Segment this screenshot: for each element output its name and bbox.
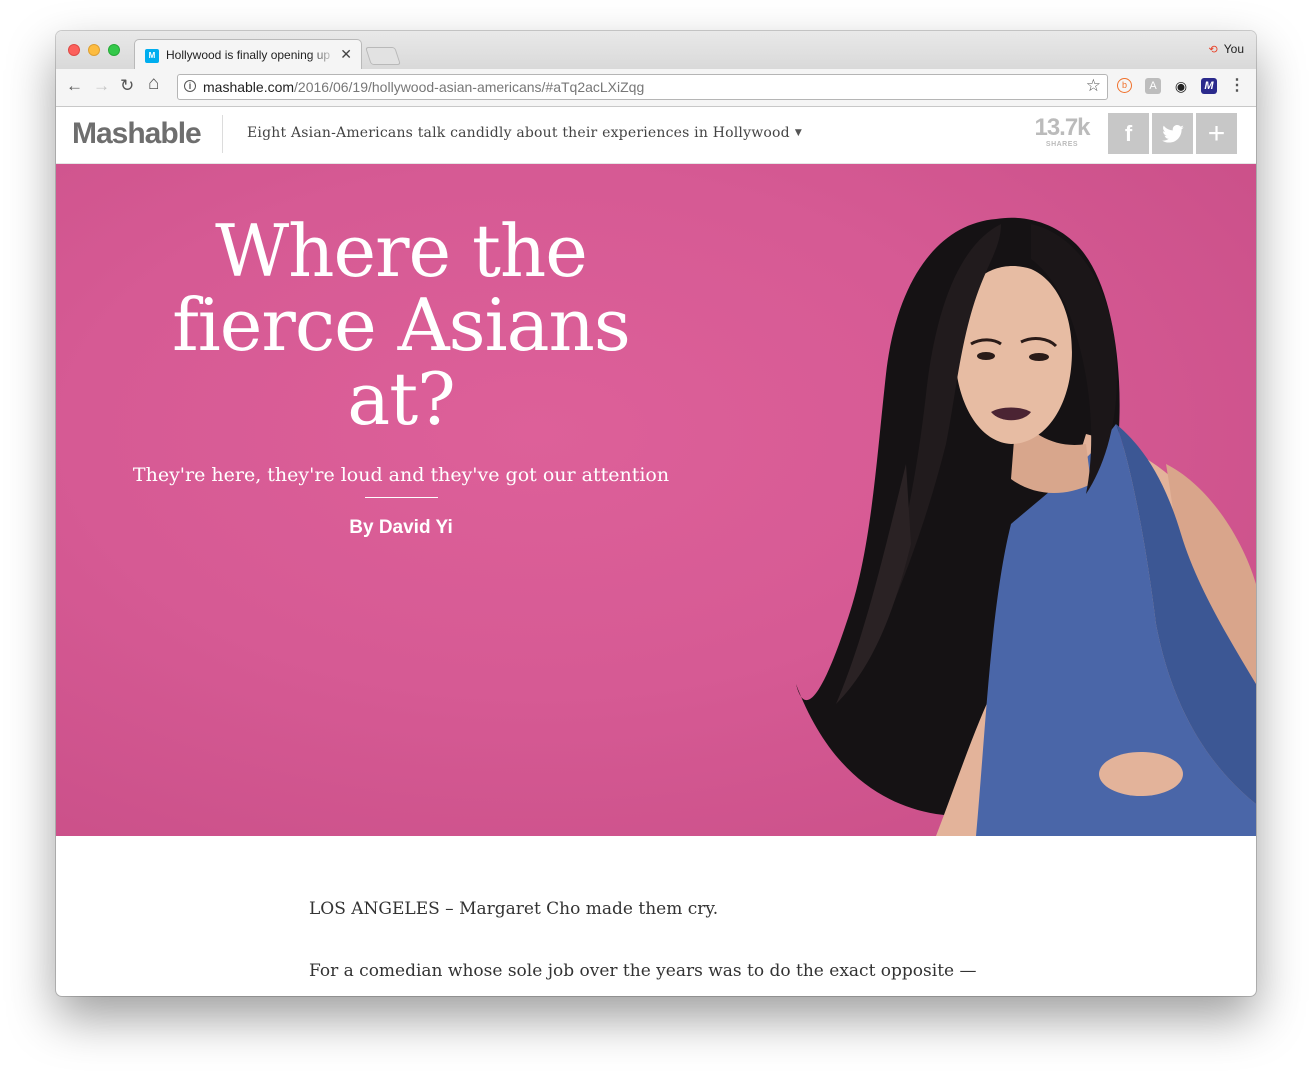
menu-dots-icon[interactable]: ⋮ <box>1229 78 1245 94</box>
share-counter: 13.7k SHARES <box>1028 115 1096 149</box>
reload-icon[interactable]: ↻ <box>120 76 134 96</box>
new-tab-button[interactable] <box>365 47 401 65</box>
shares-count: 13.7k <box>1034 114 1090 141</box>
header-divider <box>222 115 223 153</box>
close-tab-icon[interactable]: ✕ <box>340 46 352 63</box>
profile-name: You <box>1223 42 1244 56</box>
url-text[interactable]: mashable.com/2016/06/19/hollywood-asian-… <box>203 79 644 95</box>
profile-sync-icon: ⟲ <box>1208 44 1218 56</box>
minimize-window-button[interactable] <box>88 44 100 56</box>
extension-icon-grey[interactable]: A <box>1145 78 1161 94</box>
mashable-favicon-icon: M <box>145 49 159 63</box>
back-icon[interactable]: ← <box>66 76 83 96</box>
browser-toolbar: ← → ↻ ⌂ i mashable.com/2016/06/19/hollyw… <box>56 69 1256 107</box>
maximize-window-button[interactable] <box>108 44 120 56</box>
plus-icon: + <box>1207 117 1226 150</box>
article-paragraph-1: LOS ANGELES – Margaret Cho made them cry… <box>309 899 719 919</box>
home-icon[interactable]: ⌂ <box>148 73 159 95</box>
shares-label: SHARES <box>1045 141 1079 148</box>
hero-title-line-1: Where the <box>215 209 588 293</box>
forward-icon[interactable]: → <box>93 76 110 96</box>
extension-icon-orange[interactable]: b <box>1117 78 1132 93</box>
site-header: Mashable Eight Asian-Americans talk cand… <box>56 107 1256 164</box>
url-host: mashable.com <box>203 79 295 95</box>
hero-title-line-2: fierce Asians <box>172 283 631 367</box>
more-share-button[interactable]: + <box>1196 113 1237 154</box>
tab-bar: M Hollywood is finally opening up ✕ ⟲ You <box>56 31 1256 70</box>
extension-icon-m[interactable]: M <box>1201 78 1217 94</box>
facebook-icon: f <box>1124 121 1133 146</box>
hero-banner: Where the fierce Asians at? They're here… <box>56 164 1256 836</box>
bookmark-star-icon[interactable]: ☆ <box>1086 76 1101 96</box>
site-info-icon[interactable]: i <box>184 80 196 92</box>
hero-title-line-3: at? <box>347 357 455 441</box>
mashable-logo[interactable]: Mashable <box>72 117 202 151</box>
eye-extension-icon[interactable]: ◉ <box>1173 78 1189 94</box>
article-paragraph-2: For a comedian whose sole job over the y… <box>309 961 977 981</box>
hero-divider <box>365 497 438 498</box>
address-bar[interactable]: i mashable.com/2016/06/19/hollywood-asia… <box>177 74 1108 100</box>
close-window-button[interactable] <box>68 44 80 56</box>
facebook-share-button[interactable]: f <box>1108 113 1149 154</box>
url-path: /2016/06/19/hollywood-asian-americans/#a… <box>294 79 645 95</box>
article-headline-dropdown[interactable]: Eight Asian-Americans talk candidly abou… <box>247 125 802 141</box>
twitter-share-button[interactable] <box>1152 113 1193 154</box>
author-byline[interactable]: By David Yi <box>96 517 706 539</box>
hero-subtitle: They're here, they're loud and they've g… <box>132 464 670 486</box>
profile-button[interactable]: ⟲ You <box>1209 42 1244 56</box>
twitter-icon <box>1161 125 1184 143</box>
browser-tab[interactable]: M Hollywood is finally opening up ✕ <box>134 39 362 70</box>
article-body: LOS ANGELES – Margaret Cho made them cry… <box>309 899 1009 981</box>
article-headline-text: Eight Asian-Americans talk candidly abou… <box>247 125 790 141</box>
hero-title: Where the fierce Asians at? <box>96 214 706 436</box>
caret-down-icon: ▼ <box>794 128 802 138</box>
hero-portrait-image <box>796 217 1256 836</box>
browser-window: M Hollywood is finally opening up ✕ ⟲ You… <box>56 31 1256 996</box>
tab-title: Hollywood is finally opening up <box>166 48 331 62</box>
